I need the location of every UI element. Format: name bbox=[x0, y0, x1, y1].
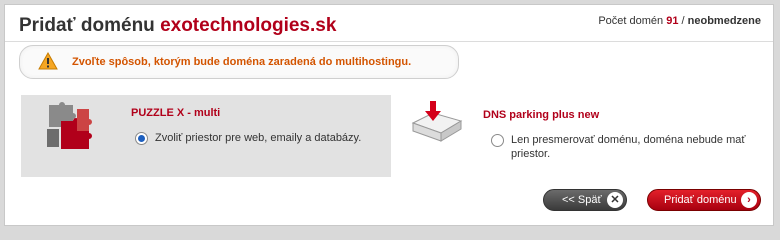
option-title: DNS parking plus new bbox=[483, 109, 600, 121]
back-button-label: << Späť bbox=[562, 194, 602, 206]
count-separator: / bbox=[678, 15, 688, 27]
title-prefix: Pridať doménu bbox=[19, 15, 161, 36]
dns-parking-icon bbox=[409, 99, 465, 152]
option-label: Zvoliť priestor pre web, emaily a databá… bbox=[155, 132, 362, 144]
count-value: 91 bbox=[666, 15, 679, 27]
option-radio[interactable] bbox=[491, 134, 504, 147]
option-title: PUZZLE X - multi bbox=[131, 107, 221, 119]
count-label: Počet domén bbox=[598, 15, 667, 27]
puzzle-icon bbox=[41, 99, 101, 160]
header: Pridať doménu exotechnologies.sk Počet d… bbox=[5, 5, 773, 43]
header-divider bbox=[5, 41, 773, 42]
close-icon: ✕ bbox=[607, 192, 623, 208]
domain-count: Počet domén 91 / neobmedzene bbox=[598, 15, 761, 27]
add-domain-button[interactable]: Pridať doménu › bbox=[647, 189, 761, 211]
warning-box: Zvoľte spôsob, ktorým bude doména zarade… bbox=[19, 45, 459, 79]
back-button[interactable]: << Späť ✕ bbox=[543, 189, 627, 211]
option-puzzle-x[interactable]: PUZZLE X - multi Zvoliť priestor pre web… bbox=[21, 95, 391, 177]
chevron-right-icon: › bbox=[741, 192, 757, 208]
title-domain: exotechnologies.sk bbox=[160, 15, 337, 36]
page-title: Pridať doménu exotechnologies.sk bbox=[19, 15, 336, 37]
option-dns-parking[interactable]: DNS parking plus new Len presmerovať dom… bbox=[403, 95, 769, 177]
dialog-frame: Pridať doménu exotechnologies.sk Počet d… bbox=[4, 4, 774, 226]
option-radio[interactable] bbox=[135, 132, 148, 145]
warning-icon bbox=[38, 51, 58, 70]
add-domain-button-label: Pridať doménu bbox=[664, 194, 737, 206]
warning-text: Zvoľte spôsob, ktorým bude doména zarade… bbox=[72, 56, 412, 68]
count-limit: neobmedzene bbox=[687, 15, 761, 27]
option-label: Len presmerovať doménu, doména nebude ma… bbox=[511, 134, 746, 160]
